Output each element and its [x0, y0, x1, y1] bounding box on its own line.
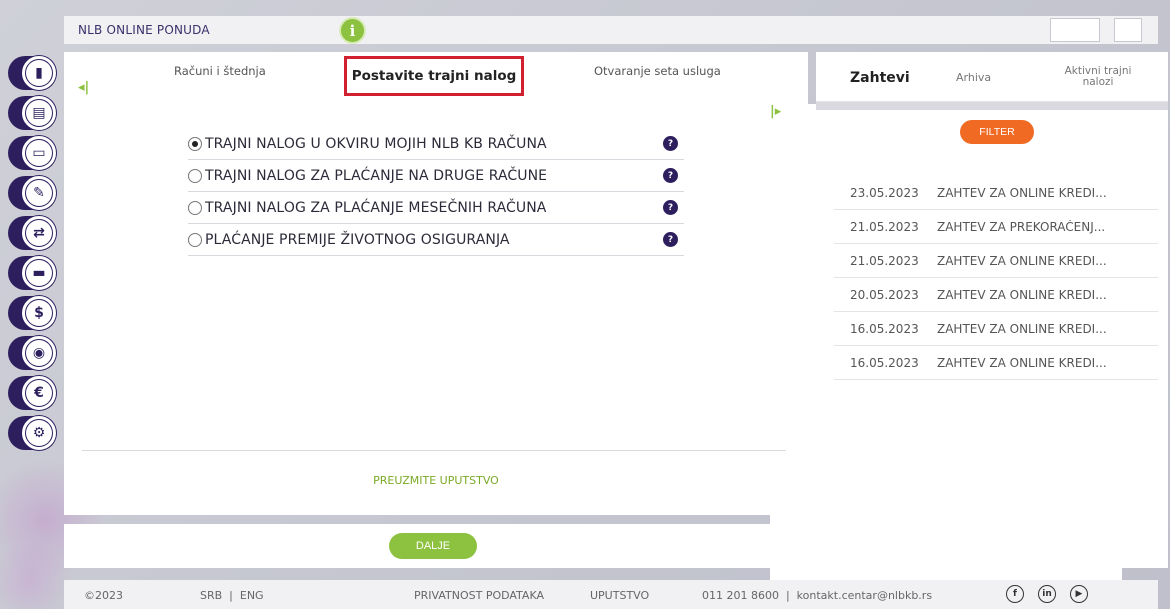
tab-active-orders[interactable]: Aktivni trajni nalozi — [1056, 66, 1140, 88]
sidebar-circle: ▮ — [22, 56, 56, 90]
order-option-0[interactable]: TRAJNI NALOG U OKVIRU MOJIH NLB KB RAČUN… — [188, 128, 684, 160]
tab-underline-band — [816, 102, 1168, 110]
sidebar-circle: ◉ — [22, 336, 56, 370]
tab-accounts-savings[interactable]: Računi i štednja — [174, 64, 266, 78]
main-panel: ◂| Računi i štednja Postavite trajni nal… — [64, 52, 1122, 609]
request-date: 21.05.2023 — [850, 219, 919, 234]
privacy-link[interactable]: PRIVATNOST PODATAKA — [414, 589, 544, 602]
request-row[interactable]: 21.05.2023 ZAHTEV ZA ONLINE KREDI... — [834, 244, 1158, 278]
requests-list: 23.05.2023 ZAHTEV ZA ONLINE KREDI... 21.05… — [834, 176, 1158, 380]
prev-arrow-icon[interactable]: ◂| — [78, 80, 89, 95]
sidebar-circle: € — [22, 376, 56, 410]
sidebar-item-0[interactable]: ▮ — [8, 56, 56, 90]
card-icon: ▭ — [26, 140, 52, 166]
sidebar-circle: ⇄ — [22, 216, 56, 250]
copyright: ©2023 — [84, 589, 123, 602]
order-option-label: TRAJNI NALOG ZA PLAĆANJE MESEČNIH RAČUNA — [205, 199, 547, 216]
request-row[interactable]: 21.05.2023 ZAHTEV ZA PREKORAČENJ... — [834, 210, 1158, 244]
request-title: ZAHTEV ZA ONLINE KREDI... — [937, 185, 1107, 200]
help-icon[interactable]: ? — [663, 232, 678, 247]
sidebar: ▮ ▤ ▭ ✎ ⇄ ▬ $ ◉ € ⚙ — [8, 56, 60, 456]
radio-button[interactable] — [188, 136, 202, 151]
requests-tabs: Zahtevi Arhiva Aktivni trajni nalozi — [816, 52, 1168, 102]
location-icon: ◉ — [26, 340, 52, 366]
request-row[interactable]: 20.05.2023 ZAHTEV ZA ONLINE KREDI... — [834, 278, 1158, 312]
sidebar-item-7[interactable]: ◉ — [8, 336, 56, 370]
euro-icon: € — [26, 380, 52, 406]
order-option-3[interactable]: PLAĆANJE PREMIJE ŽIVOTNOG OSIGURANJA? — [188, 224, 684, 256]
help-icon[interactable]: ? — [663, 168, 678, 183]
request-date: 20.05.2023 — [850, 287, 919, 302]
requests-panel: Zahtevi Arhiva Aktivni trajni nalozi FIL… — [816, 52, 1168, 568]
radio-button[interactable] — [188, 200, 202, 215]
dollar-icon: $ — [26, 300, 52, 326]
youtube-icon[interactable]: ▶ — [1070, 585, 1088, 603]
language-switch[interactable]: SRB | ENG — [200, 589, 264, 602]
documents-icon: ▤ — [26, 100, 52, 126]
action-bar: DALJE — [64, 524, 808, 568]
minus-card-icon: ▬ — [26, 260, 52, 286]
radio-button[interactable] — [188, 232, 202, 247]
continue-button[interactable]: DALJE — [389, 533, 477, 559]
order-option-label: PLAĆANJE PREMIJE ŽIVOTNOG OSIGURANJA — [205, 231, 510, 248]
request-date: 16.05.2023 — [850, 355, 919, 370]
sidebar-circle: ✎ — [22, 176, 56, 210]
request-title: ZAHTEV ZA ONLINE KREDI... — [937, 253, 1107, 268]
request-title: ZAHTEV ZA ONLINE KREDI... — [937, 321, 1107, 336]
linkedin-icon[interactable]: in — [1038, 585, 1056, 603]
sidebar-item-4[interactable]: ⇄ — [8, 216, 56, 250]
signature-icon: ✎ — [26, 180, 52, 206]
sidebar-item-9[interactable]: ⚙ — [8, 416, 56, 450]
sidebar-item-8[interactable]: € — [8, 376, 56, 410]
help-icon[interactable]: ? — [663, 136, 678, 151]
tab-requests[interactable]: Zahtevi — [850, 70, 910, 86]
chart-icon: ▮ — [26, 60, 52, 86]
download-manual-link[interactable]: PREUZMITE UPUTSTVO — [64, 474, 808, 487]
footer: ©2023 SRB | ENG PRIVATNOST PODATAKA UPUT… — [64, 580, 1158, 609]
request-date: 16.05.2023 — [850, 321, 919, 336]
sidebar-item-1[interactable]: ▤ — [8, 96, 56, 130]
sidebar-item-2[interactable]: ▭ — [8, 136, 56, 170]
tab-archive[interactable]: Arhiva — [956, 71, 991, 84]
request-title: ZAHTEV ZA PREKORAČENJ... — [937, 219, 1106, 234]
order-option-1[interactable]: TRAJNI NALOG ZA PLAĆANJE NA DRUGE RAČUNE… — [188, 160, 684, 192]
order-option-label: TRAJNI NALOG U OKVIRU MOJIH NLB KB RAČUN… — [205, 135, 547, 152]
order-option-2[interactable]: TRAJNI NALOG ZA PLAĆANJE MESEČNIH RAČUNA… — [188, 192, 684, 224]
sidebar-circle: ⚙ — [22, 416, 56, 450]
sidebar-item-5[interactable]: ▬ — [8, 256, 56, 290]
request-row[interactable]: 23.05.2023 ZAHTEV ZA ONLINE KREDI... — [834, 176, 1158, 210]
sidebar-circle: ▭ — [22, 136, 56, 170]
request-row[interactable]: 16.05.2023 ZAHTEV ZA ONLINE KREDI... — [834, 346, 1158, 380]
request-title: ZAHTEV ZA ONLINE KREDI... — [937, 287, 1107, 302]
tab-service-set[interactable]: Otvaranje seta usluga — [594, 64, 721, 78]
top-bar: NLB ONLINE PONUDA i — [64, 16, 1158, 44]
settings-icon: ⚙ — [26, 420, 52, 446]
sidebar-circle: ▤ — [22, 96, 56, 130]
sidebar-circle: ▬ — [22, 256, 56, 290]
radio-button[interactable] — [188, 168, 202, 183]
filter-button[interactable]: FILTER — [960, 120, 1034, 144]
info-icon[interactable]: i — [339, 17, 366, 44]
request-date: 21.05.2023 — [850, 253, 919, 268]
sidebar-item-3[interactable]: ✎ — [8, 176, 56, 210]
tab-standing-order[interactable]: Postavite trajni nalog — [344, 56, 524, 96]
top-box-1[interactable] — [1050, 18, 1100, 42]
help-icon[interactable]: ? — [663, 200, 678, 215]
request-date: 23.05.2023 — [850, 185, 919, 200]
contact-info[interactable]: 011 201 8600 | kontakt.centar@nlbkb.rs — [702, 589, 932, 602]
divider — [82, 450, 786, 451]
manual-link[interactable]: UPUTSTVO — [590, 589, 649, 602]
request-row[interactable]: 16.05.2023 ZAHTEV ZA ONLINE KREDI... — [834, 312, 1158, 346]
order-type-options: TRAJNI NALOG U OKVIRU MOJIH NLB KB RAČUN… — [188, 128, 684, 256]
top-box-2[interactable] — [1114, 18, 1142, 42]
sidebar-circle: $ — [22, 296, 56, 330]
order-option-label: TRAJNI NALOG ZA PLAĆANJE NA DRUGE RAČUNE — [205, 167, 548, 184]
facebook-icon[interactable]: f — [1006, 585, 1024, 603]
brand-title: NLB ONLINE PONUDA — [78, 23, 210, 37]
request-title: ZAHTEV ZA ONLINE KREDI... — [937, 355, 1107, 370]
sidebar-item-6[interactable]: $ — [8, 296, 56, 330]
transfer-icon: ⇄ — [26, 220, 52, 246]
